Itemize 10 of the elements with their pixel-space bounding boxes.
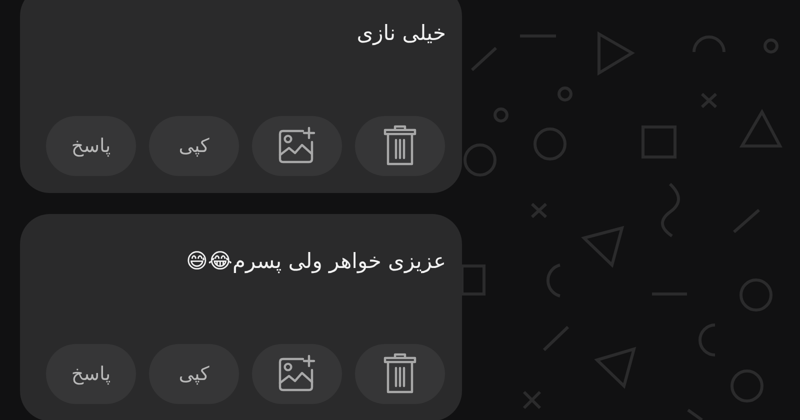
trash-icon [383, 353, 417, 395]
message-text: خیلی نازی [356, 20, 446, 48]
action-button[interactable]: کپی [149, 116, 239, 176]
action-button[interactable]: کپی [149, 344, 239, 404]
action-button[interactable]: پاسخ [46, 344, 136, 404]
image-add-icon [277, 354, 317, 394]
trash-icon [383, 125, 417, 167]
action-button[interactable]: پاسخ [46, 116, 136, 176]
message-text: عزیزی خواهر ولی پسرم😂😅 [186, 248, 446, 276]
image-add-icon [277, 126, 317, 166]
